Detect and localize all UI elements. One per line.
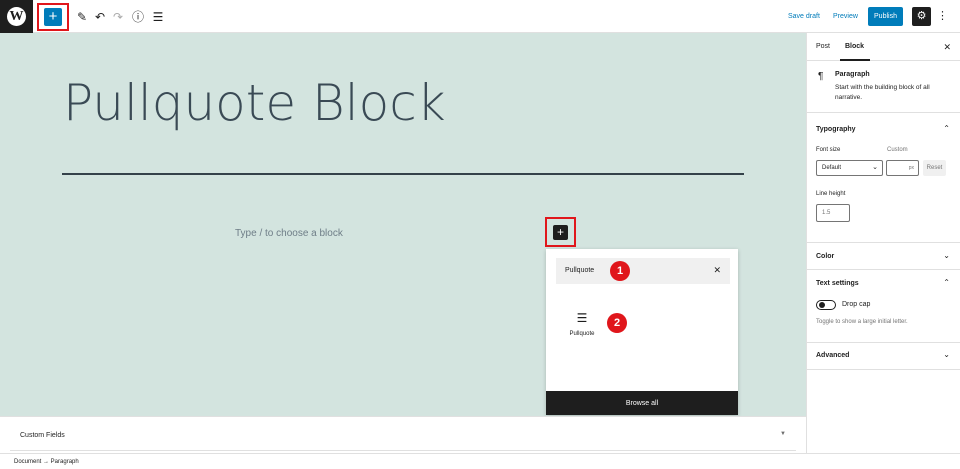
tab-block[interactable]: Block <box>845 43 864 50</box>
editor-top-bar: W + ✎ ↶ ↷ ⓘ ☰ Save draft Preview Publish… <box>0 0 960 33</box>
info-icon[interactable]: ⓘ <box>130 9 146 25</box>
custom-fields-header[interactable]: Custom Fields ▼ <box>10 417 796 451</box>
block-card: ¶ Paragraph Start with the building bloc… <box>807 61 960 113</box>
custom-fields-panel: Custom Fields ▼ <box>0 416 806 453</box>
block-card-description: Start with the building block of all nar… <box>835 84 930 101</box>
block-inserter-popover: Pullquote ✕ 1 ☰ Pullquote 2 Browse all <box>546 249 738 415</box>
font-size-value: Default <box>822 165 842 171</box>
more-options-icon[interactable]: ⋮ <box>937 9 948 22</box>
add-block-button[interactable]: + <box>44 8 62 26</box>
drop-cap-toggle[interactable] <box>816 300 836 310</box>
wordpress-icon: W <box>7 7 26 26</box>
font-size-select[interactable]: Default ⌄ <box>816 160 883 176</box>
step-badge-2: 2 <box>607 313 627 333</box>
wordpress-logo-button[interactable]: W <box>0 0 33 33</box>
chevron-up-icon[interactable]: ⌃ <box>943 278 950 287</box>
inserter-search-field[interactable]: Pullquote ✕ <box>556 258 730 284</box>
tools-pencil-icon[interactable]: ✎ <box>74 9 90 25</box>
list-view-icon[interactable]: ☰ <box>150 9 166 25</box>
separator-block[interactable] <box>62 173 744 175</box>
drop-cap-label: Drop cap <box>842 301 871 308</box>
chevron-down-icon: ⌄ <box>872 164 878 171</box>
highlight-box-inline-add: + <box>545 217 576 247</box>
text-settings-panel-title[interactable]: Text settings <box>816 280 859 287</box>
chevron-up-icon[interactable]: ⌃ <box>943 124 950 133</box>
typography-panel-title[interactable]: Typography <box>816 126 856 133</box>
browse-all-button[interactable]: Browse all <box>546 391 738 415</box>
drop-cap-help-text: Toggle to show a large initial letter. <box>816 319 908 325</box>
block-card-title: Paragraph <box>835 71 870 78</box>
close-sidebar-icon[interactable]: ✕ <box>943 42 951 53</box>
settings-gear-icon[interactable]: ⚙ <box>912 7 931 26</box>
editor-canvas: Pullquote Block Type / to choose a block… <box>0 33 806 416</box>
highlight-box-add-button: + <box>37 3 69 31</box>
custom-size-label: Custom <box>887 147 908 153</box>
clear-search-icon[interactable]: ✕ <box>713 265 721 276</box>
redo-icon[interactable]: ↷ <box>110 9 126 25</box>
post-title[interactable]: Pullquote Block <box>63 74 446 132</box>
toggle-knob <box>819 302 825 308</box>
line-height-label: Line height <box>816 191 846 197</box>
advanced-panel-title[interactable]: Advanced <box>816 352 849 359</box>
block-breadcrumb[interactable]: Document → Paragraph <box>14 459 79 465</box>
save-draft-button[interactable]: Save draft <box>788 13 820 20</box>
caret-down-icon: ▼ <box>780 431 786 437</box>
block-placeholder[interactable]: Type / to choose a block <box>235 228 343 239</box>
undo-icon[interactable]: ↶ <box>92 9 108 25</box>
tab-post[interactable]: Post <box>816 43 830 50</box>
paragraph-icon: ¶ <box>818 71 824 82</box>
chevron-down-icon[interactable]: ⌄ <box>943 251 950 260</box>
custom-fields-label: Custom Fields <box>20 432 65 439</box>
reset-button[interactable]: Reset <box>923 160 946 176</box>
custom-font-size-input[interactable]: px <box>886 160 919 176</box>
settings-sidebar: Post Block ✕ ¶ Paragraph Start with the … <box>806 33 960 453</box>
font-size-label: Font size <box>816 147 841 153</box>
editor-footer: Document → Paragraph <box>0 453 960 469</box>
step-badge-1: 1 <box>610 261 630 281</box>
result-label: Pullquote <box>569 331 595 337</box>
sidebar-tabs: Post Block ✕ <box>807 33 960 61</box>
preview-button[interactable]: Preview <box>833 13 858 20</box>
search-value: Pullquote <box>565 267 595 274</box>
pullquote-icon: ☰ <box>576 311 588 325</box>
chevron-down-icon[interactable]: ⌄ <box>943 350 950 359</box>
publish-button[interactable]: Publish <box>868 7 903 26</box>
pullquote-block-result[interactable]: ☰ Pullquote <box>564 311 600 347</box>
line-height-input[interactable]: 1.5 <box>816 204 850 222</box>
inline-add-block-button[interactable]: + <box>553 224 568 240</box>
color-panel-title[interactable]: Color <box>816 253 834 260</box>
